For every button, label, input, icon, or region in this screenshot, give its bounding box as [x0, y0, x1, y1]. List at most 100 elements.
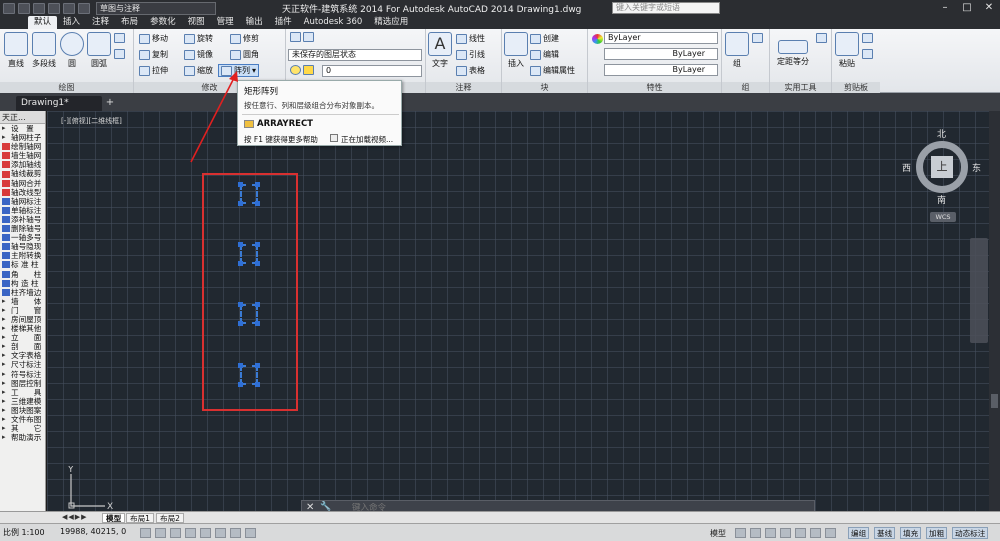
palette-item[interactable]: 轴网标注	[0, 197, 45, 206]
palette-item[interactable]: 柱齐墙边	[0, 288, 45, 297]
document-tab[interactable]: Drawing1*	[16, 96, 102, 111]
toggle-fill[interactable]: 填充	[900, 527, 922, 539]
palette-item[interactable]: ▸ 图层控制	[0, 379, 45, 388]
palette-item[interactable]: ▸ 图块图案	[0, 406, 45, 415]
utility-extra-button[interactable]	[816, 33, 827, 43]
navigation-bar[interactable]	[970, 238, 988, 343]
paste-button[interactable]: 粘贴	[835, 32, 859, 69]
create-block-button[interactable]: 创建	[530, 33, 559, 44]
text-button[interactable]: A 文字	[428, 32, 452, 69]
close-icon[interactable]: ✕	[306, 502, 314, 511]
tab-plugins[interactable]: 插件	[269, 16, 298, 29]
table-button[interactable]: 表格	[456, 65, 485, 76]
wrench-icon[interactable]: 🔧	[320, 502, 331, 511]
quick-view-icon[interactable]	[735, 528, 746, 538]
redo-icon[interactable]	[78, 2, 90, 14]
tab-layout1[interactable]: 布局1	[126, 513, 155, 523]
palette-title[interactable]: 天正...	[0, 111, 45, 124]
grip-handle[interactable]	[238, 321, 243, 326]
palette-item[interactable]: ▸ 文件布图	[0, 415, 45, 424]
toggle-baseline[interactable]: 基线	[874, 527, 896, 539]
annotation-scale-icon[interactable]	[750, 528, 761, 538]
palette-item[interactable]: 角 柱	[0, 270, 45, 279]
compass-north[interactable]: 北	[937, 127, 946, 140]
model-space-label[interactable]: 模型	[710, 528, 726, 539]
palette-item[interactable]: ▸ 帮助演示	[0, 433, 45, 442]
draw-extra-button-2[interactable]	[114, 49, 125, 59]
palette-item[interactable]: ▸ 其 它	[0, 424, 45, 433]
compass-west[interactable]: 西	[902, 161, 911, 174]
palette-item[interactable]: ▸ 楼梯其他	[0, 324, 45, 333]
palette-item[interactable]: 构 造 柱	[0, 279, 45, 288]
palette-item[interactable]: ▸ 剖 面	[0, 342, 45, 351]
rotate-button[interactable]: 旋转	[184, 33, 213, 44]
tab-output[interactable]: 输出	[240, 16, 269, 29]
workspace-select[interactable]: 草图与注释	[96, 1, 216, 15]
draw-extra-button[interactable]	[114, 33, 125, 43]
drawing-canvas[interactable]: [-][俯视][二维线框] Y X 上 北 南 东 西 WCS ✕ 🔧	[47, 111, 989, 511]
palette-item[interactable]: ▸ 立 面	[0, 333, 45, 342]
isolate-icon[interactable]	[810, 528, 821, 538]
grip-handle[interactable]	[238, 261, 243, 266]
edit-block-button[interactable]: 编辑	[530, 49, 559, 60]
maximize-icon[interactable]: □	[956, 0, 978, 16]
tab-autodesk360[interactable]: Autodesk 360	[298, 16, 369, 29]
undo-icon[interactable]	[63, 2, 75, 14]
panel-label-annotation[interactable]: 注释	[426, 82, 501, 93]
grip-handle[interactable]	[255, 302, 260, 307]
palette-item[interactable]: 单轴标注	[0, 206, 45, 215]
panel-label-clipboard[interactable]: 剪贴板	[832, 82, 880, 93]
clean-screen-icon[interactable]	[825, 528, 836, 538]
viewcube-top-face[interactable]: 上	[931, 156, 953, 178]
selected-object[interactable]	[238, 242, 260, 266]
lineweight-select[interactable]: ByLayer	[604, 64, 718, 76]
otrack-icon[interactable]	[215, 528, 226, 538]
chevron-down-icon[interactable]: ▾	[252, 66, 256, 75]
ortho-icon[interactable]	[170, 528, 181, 538]
panel-label-block[interactable]: 块	[502, 82, 587, 93]
stretch-button[interactable]: 拉伸	[139, 65, 168, 76]
palette-item[interactable]: 轴号隐现	[0, 242, 45, 251]
copy-clip-button[interactable]	[862, 49, 873, 59]
color-wheel-icon[interactable]	[592, 34, 603, 44]
scrollbar-thumb[interactable]	[991, 394, 998, 408]
palette-item[interactable]: 绘制轴网	[0, 142, 45, 151]
grip-handle[interactable]	[255, 182, 260, 187]
palette-item[interactable]: 标 准 柱	[0, 260, 45, 269]
palette-item[interactable]: ▸ 墙 体	[0, 297, 45, 306]
mirror-button[interactable]: 镜像	[184, 49, 213, 60]
polar-icon[interactable]	[185, 528, 196, 538]
tab-featured-apps[interactable]: 精选应用	[368, 16, 414, 29]
tab-insert[interactable]: 插入	[57, 16, 86, 29]
line-button[interactable]: 直线	[3, 32, 29, 69]
palette-item[interactable]: ▸ 尺寸标注	[0, 360, 45, 369]
edit-attributes-button[interactable]: 编辑属性	[530, 65, 575, 76]
palette-item[interactable]: 删除轴号	[0, 224, 45, 233]
search-input[interactable]: 键入关键字或短语	[612, 2, 720, 14]
grid-icon[interactable]	[155, 528, 166, 538]
palette-item[interactable]: ▸ 符号标注	[0, 370, 45, 379]
grip-handle[interactable]	[255, 201, 260, 206]
arc-button[interactable]: 圆弧	[86, 32, 112, 69]
insert-button[interactable]: 插入	[504, 32, 528, 69]
close-icon[interactable]: ✕	[978, 0, 1000, 16]
panel-label-draw[interactable]: 绘图	[0, 82, 133, 93]
grip-handle[interactable]	[238, 242, 243, 247]
tab-layout[interactable]: 布局	[115, 16, 144, 29]
move-button[interactable]: 移动	[139, 33, 168, 44]
dyn-input-icon[interactable]	[230, 528, 241, 538]
selected-object[interactable]	[238, 363, 260, 387]
palette-item[interactable]: ▸ 轴网柱子	[0, 133, 45, 142]
layer-state-select[interactable]: 未保存的图层状态	[288, 49, 422, 61]
measure-button[interactable]: 定距等分	[773, 32, 813, 67]
palette-item[interactable]: 轴改线型	[0, 188, 45, 197]
panel-label-groups[interactable]: 组	[722, 82, 769, 93]
vertical-scrollbar[interactable]	[989, 111, 1000, 511]
hardware-icon[interactable]	[795, 528, 806, 538]
layer-properties-button[interactable]	[290, 32, 314, 42]
palette-item[interactable]: 轴网合并	[0, 179, 45, 188]
palette-item[interactable]: ▸ 房间屋顶	[0, 315, 45, 324]
fillet-button[interactable]: 圆角	[230, 49, 259, 60]
grip-handle[interactable]	[238, 363, 243, 368]
tab-default[interactable]: 默认	[28, 16, 58, 29]
